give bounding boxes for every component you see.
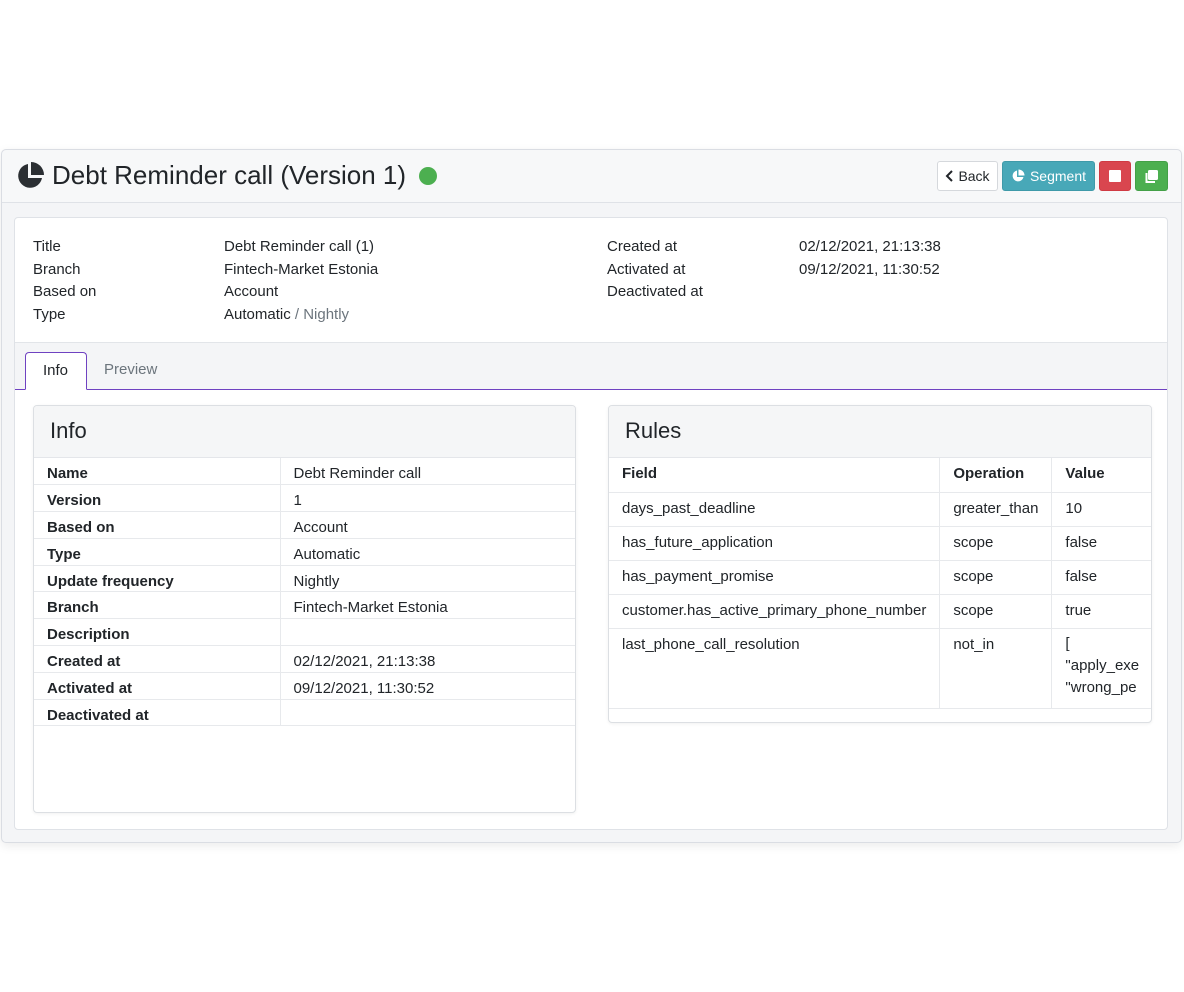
rule-operation: scope: [939, 560, 1053, 595]
table-header-row: Field Operation Value: [609, 458, 1151, 493]
rule-value: true: [1051, 594, 1151, 629]
rule-value: false: [1051, 560, 1151, 595]
column-header-operation: Operation: [939, 458, 1053, 493]
segment-button-label: Segment: [1029, 168, 1087, 184]
rules-table: Field Operation Value days_past_deadline…: [609, 458, 1151, 709]
pie-chart-icon: [1012, 169, 1025, 182]
table-row: Type Automatic: [34, 538, 575, 566]
table-row: last_phone_call_resolution not_in [ "app…: [609, 628, 1151, 709]
page-title: Debt Reminder call (Version 1): [52, 160, 407, 190]
rules-panel-title: Rules: [609, 406, 1151, 458]
rule-value: [ "apply_exe "wrong_pe: [1051, 628, 1151, 709]
info-key: Activated at: [34, 672, 281, 700]
table-row: Activated at 09/12/2021, 11:30:52: [34, 672, 575, 700]
summary-value-activated: 09/12/2021, 11:30:52: [799, 261, 940, 278]
card-header: Debt Reminder call (Version 1) Back Segm…: [2, 150, 1181, 203]
pie-chart-icon: [18, 162, 44, 188]
table-row: has_future_application scope false: [609, 526, 1151, 561]
info-key: Type: [34, 538, 281, 566]
info-key: Version: [34, 484, 281, 513]
summary-value-based-on: Account: [224, 283, 279, 300]
table-row: Based on Account: [34, 511, 575, 539]
rule-field: last_phone_call_resolution: [609, 628, 941, 709]
tab-bar: Info Preview: [15, 342, 1167, 390]
rules-panel: Rules Field Operation Value days_past_de…: [608, 405, 1152, 723]
rule-value-line: "apply_exe: [1065, 656, 1140, 674]
summary-label-branch: Branch: [33, 261, 81, 278]
table-row: days_past_deadline greater_than 10: [609, 492, 1151, 527]
info-key: Description: [34, 618, 281, 647]
info-value: Fintech-Market Estonia: [280, 591, 575, 620]
summary-value-created: 02/12/2021, 21:13:38: [799, 238, 941, 255]
table-row: customer.has_active_primary_phone_number…: [609, 594, 1151, 629]
info-key: Deactivated at: [34, 699, 281, 727]
rule-field: days_past_deadline: [609, 492, 941, 527]
segment-card: Debt Reminder call (Version 1) Back Segm…: [1, 149, 1182, 843]
rule-value-line: [: [1065, 634, 1070, 652]
table-row: Name Debt Reminder call: [34, 458, 575, 486]
rule-operation: not_in: [939, 628, 1053, 709]
table-row: Deactivated at: [34, 699, 575, 727]
back-button[interactable]: Back: [937, 161, 998, 191]
rule-field: has_future_application: [609, 526, 941, 561]
summary-section: Title Debt Reminder call (1) Branch Fint…: [15, 218, 1167, 342]
stop-button[interactable]: [1099, 161, 1131, 191]
info-value: Nightly: [280, 565, 575, 593]
segment-button[interactable]: Segment: [1002, 161, 1095, 191]
summary-value-title: Debt Reminder call (1): [224, 238, 375, 255]
summary-value-type: Automatic / Nightly: [224, 305, 349, 325]
copy-icon: [1145, 169, 1158, 183]
table-row: Created at 02/12/2021, 21:13:38: [34, 645, 575, 673]
table-row: Branch Fintech-Market Estonia: [34, 591, 575, 620]
tab-info[interactable]: Info: [25, 352, 87, 390]
column-header-field: Field: [609, 458, 941, 493]
table-row: Update frequency Nightly: [34, 565, 575, 593]
rule-value: 10: [1051, 492, 1151, 527]
table-row: Description: [34, 618, 575, 647]
summary-label-deactivated: Deactivated at: [607, 283, 703, 300]
info-value: Account: [280, 511, 575, 539]
chevron-left-icon: [946, 170, 954, 182]
info-value: [280, 699, 575, 727]
summary-label-type: Type: [33, 306, 66, 323]
rule-value-line: "wrong_pe: [1065, 678, 1137, 696]
rule-operation: scope: [939, 526, 1053, 561]
tab-preview[interactable]: Preview: [87, 352, 174, 389]
info-value: 1: [280, 484, 575, 513]
type-value: Automatic: [224, 306, 291, 323]
copy-button[interactable]: [1135, 161, 1168, 191]
rule-field: has_payment_promise: [609, 560, 941, 595]
rule-operation: scope: [939, 594, 1053, 629]
summary-label-activated: Activated at: [607, 261, 686, 278]
back-button-label: Back: [958, 168, 990, 184]
info-value: [280, 618, 575, 647]
summary-label-created: Created at: [607, 238, 678, 255]
info-key: Name: [34, 458, 281, 486]
summary-value-branch: Fintech-Market Estonia: [224, 261, 379, 278]
info-table: Name Debt Reminder call Version 1 Based on…: [34, 458, 575, 727]
info-panel: Info Name Debt Reminder call Version 1 Bas…: [33, 405, 576, 813]
rule-field: customer.has_active_primary_phone_number: [609, 594, 941, 629]
info-value: 02/12/2021, 21:13:38: [280, 645, 575, 673]
stop-icon: [1109, 170, 1121, 182]
type-frequency: / Nightly: [294, 306, 350, 323]
table-row: has_payment_promise scope false: [609, 560, 1151, 595]
info-value: Automatic: [280, 538, 575, 566]
info-key: Created at: [34, 645, 281, 673]
summary-label-based-on: Based on: [33, 283, 97, 300]
info-panel-title: Info: [34, 406, 575, 458]
info-value: 09/12/2021, 11:30:52: [280, 672, 575, 700]
rule-operation: greater_than: [939, 492, 1053, 527]
info-key: Branch: [34, 591, 281, 620]
status-indicator: [419, 167, 437, 185]
info-value: Debt Reminder call: [280, 458, 575, 486]
summary-label-title: Title: [33, 238, 61, 255]
rule-value: false: [1051, 526, 1151, 561]
column-header-value: Value: [1051, 458, 1151, 493]
info-key: Based on: [34, 511, 281, 539]
detail-body: Title Debt Reminder call (1) Branch Fint…: [14, 217, 1168, 830]
table-row: Version 1: [34, 484, 575, 513]
info-key: Update frequency: [34, 565, 281, 593]
